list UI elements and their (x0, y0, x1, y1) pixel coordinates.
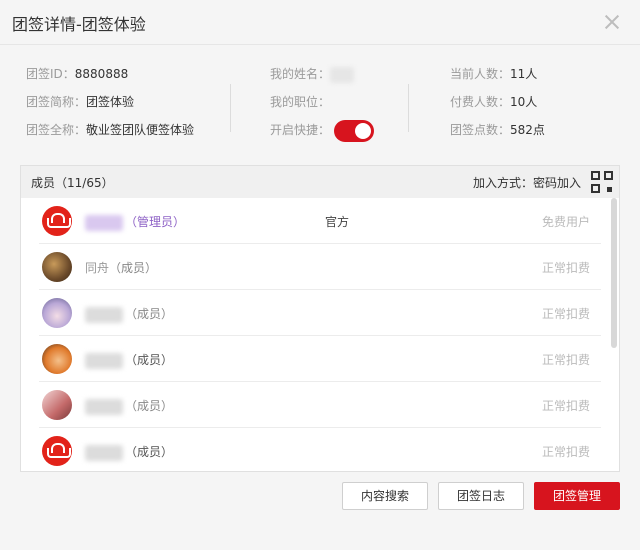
member-name-blurred (85, 214, 123, 231)
members-list: （管理员） 官方 免费用户 同舟（成员） 正常扣费 （成员） 正常扣费 （成员）… (21, 198, 619, 471)
points-value: 582点 (510, 123, 545, 137)
short-name-value: 团签体验 (86, 95, 135, 109)
quick-toggle[interactable] (334, 119, 375, 142)
avatar (42, 390, 72, 420)
avatar (42, 252, 72, 282)
group-id-label: 团签ID： (26, 67, 75, 81)
member-status: 正常扣费 (541, 307, 590, 321)
quick-toggle-row: 开启快捷： (270, 116, 375, 144)
points-row: 团签点数：582点 (450, 116, 545, 144)
dialog-title: 团签详情-团签体验 (12, 15, 146, 34)
member-row[interactable]: （成员） 正常扣费 (39, 290, 601, 336)
full-name-label: 团签全称： (26, 123, 87, 137)
group-info: 团签ID：8880888 团签简称：团签体验 团签全称：敬业签团队便签体验 我的… (0, 60, 640, 152)
member-name: 同舟（成员） (85, 259, 157, 276)
quick-label: 开启快捷： (270, 123, 331, 137)
member-name: （成员） (85, 397, 173, 415)
full-name-row: 团签全称：敬业签团队便签体验 (26, 116, 194, 144)
info-column-basic: 团签ID：8880888 团签简称：团签体验 团签全称：敬业签团队便签体验 (26, 60, 194, 144)
group-id-value: 8880888 (74, 67, 129, 81)
member-status: 正常扣费 (541, 399, 590, 413)
member-row[interactable]: （成员） 正常扣费 (39, 336, 601, 382)
avatar (42, 436, 72, 466)
paid-count-value: 10人 (510, 95, 538, 109)
short-name-row: 团签简称：团签体验 (26, 88, 194, 116)
content-search-button[interactable]: 内容搜索 (342, 482, 428, 510)
member-name-blurred (85, 398, 123, 415)
member-role: （成员） (125, 399, 174, 413)
info-column-personal: 我的姓名： 我的职位： 开启快捷： (270, 60, 375, 144)
info-divider (408, 84, 409, 132)
qr-code-icon[interactable] (591, 171, 613, 193)
paid-count-label: 付费人数： (450, 95, 511, 109)
member-name: （成员） (85, 443, 173, 461)
member-row[interactable]: 同舟（成员） 正常扣费 (39, 244, 601, 290)
group-detail-dialog: 团签详情-团签体验 团签ID：8880888 团签简称：团签体验 团签全称：敬业… (0, 0, 640, 550)
member-name-blurred (85, 352, 123, 369)
my-position-row: 我的职位： (270, 88, 374, 116)
member-name: （成员） (85, 351, 173, 369)
current-count-label: 当前人数： (450, 67, 511, 81)
short-name-label: 团签简称： (26, 95, 87, 109)
member-role: （成员） (125, 307, 174, 321)
my-name-value-blurred (330, 66, 355, 83)
member-row[interactable]: （成员） 正常扣费 (39, 428, 601, 471)
member-row-admin[interactable]: （管理员） 官方 免费用户 (39, 198, 601, 244)
points-label: 团签点数： (450, 123, 511, 137)
paid-count-row: 付费人数：10人 (450, 88, 545, 116)
info-divider (230, 84, 231, 132)
avatar (42, 344, 72, 374)
official-tag: 官方 (325, 215, 350, 229)
current-count-row: 当前人数：11人 (450, 60, 545, 88)
member-role: （管理员） (125, 215, 186, 229)
group-id-row: 团签ID：8880888 (26, 60, 194, 88)
member-status: 正常扣费 (541, 261, 590, 275)
member-name: （管理员） (85, 213, 185, 231)
close-icon[interactable] (602, 12, 622, 32)
members-title: 成员（11/65） (31, 176, 114, 190)
info-column-stats: 当前人数：11人 付费人数：10人 团签点数：582点 (450, 60, 545, 144)
member-role: （成员） (125, 445, 174, 459)
member-role: （成员） (109, 261, 158, 275)
full-name-value: 敬业签团队便签体验 (86, 123, 195, 137)
group-manage-button[interactable]: 团签管理 (534, 482, 620, 510)
members-header: 成员（11/65） 加入方式：密码加入 (21, 166, 619, 198)
join-method: 加入方式：密码加入 (472, 176, 581, 190)
title-bar: 团签详情-团签体验 (0, 0, 640, 45)
my-position-label: 我的职位： (270, 95, 331, 109)
member-role: （成员） (125, 353, 174, 367)
member-status: 免费用户 (541, 215, 590, 229)
members-scrollbar[interactable] (611, 198, 617, 348)
avatar (42, 206, 72, 236)
current-count-value: 11人 (510, 67, 538, 81)
member-status: 正常扣费 (541, 353, 590, 367)
group-log-button[interactable]: 团签日志 (438, 482, 524, 510)
member-name: （成员） (85, 305, 173, 323)
member-name-blurred (85, 306, 123, 323)
member-row[interactable]: （成员） 正常扣费 (39, 382, 601, 428)
my-name-row: 我的姓名： (270, 60, 374, 88)
member-status: 正常扣费 (541, 445, 590, 459)
avatar (42, 298, 72, 328)
my-name-label: 我的姓名： (270, 67, 331, 81)
members-panel: 成员（11/65） 加入方式：密码加入 （管理员） 官方 免费用户 同舟（成员） (20, 165, 620, 472)
member-name-text: 同舟 (85, 261, 110, 275)
member-name-blurred (85, 444, 123, 461)
